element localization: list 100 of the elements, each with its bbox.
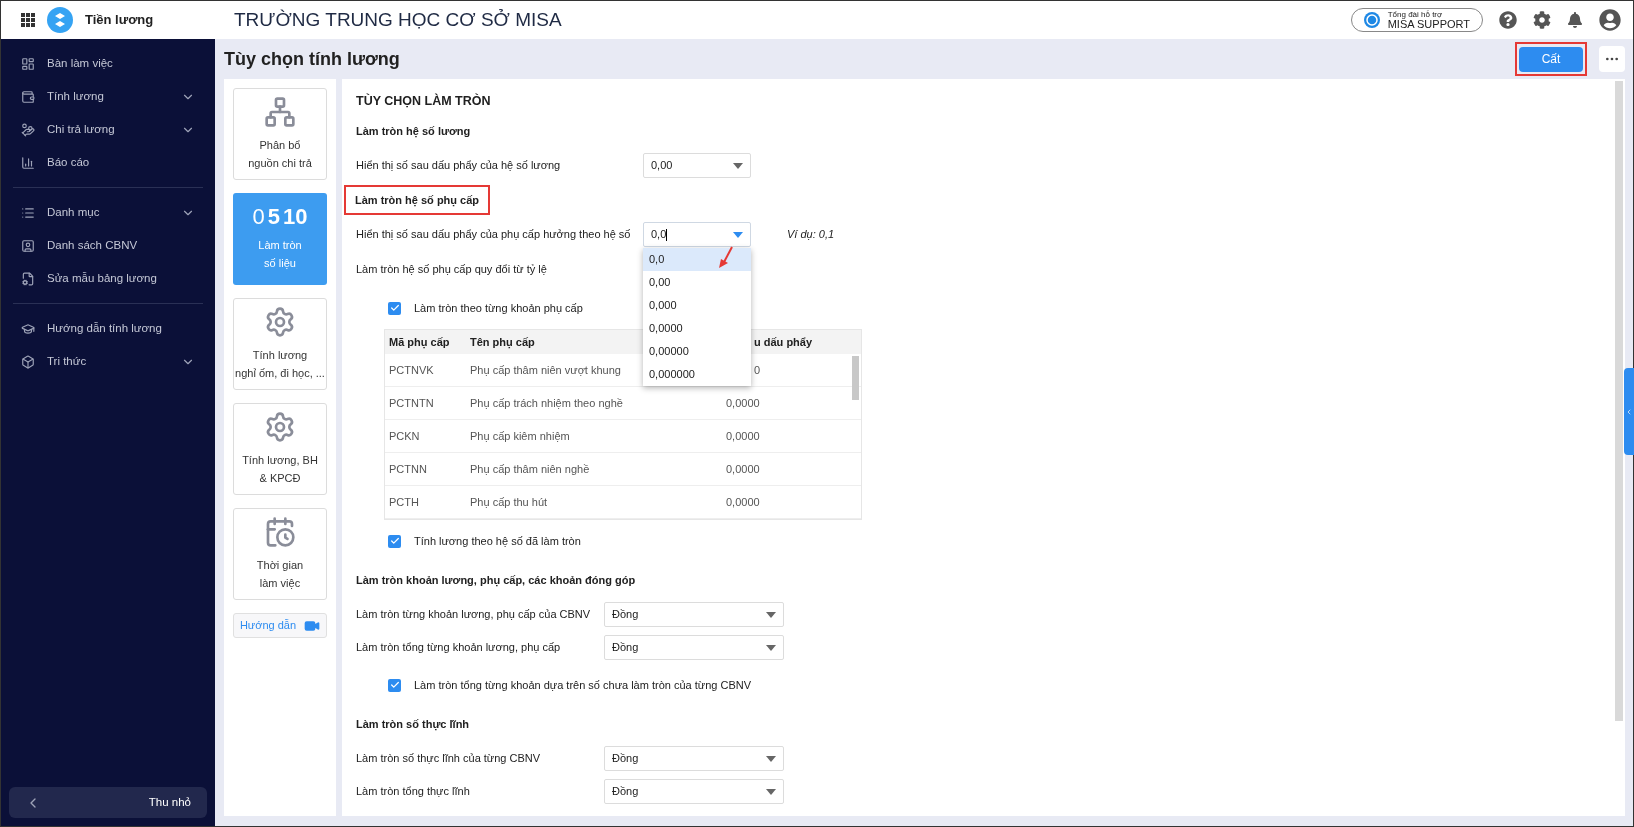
- settings-icon[interactable]: [1533, 11, 1551, 29]
- table-cell: 0,0000: [726, 429, 760, 442]
- dropdown-option[interactable]: 0,000: [643, 294, 751, 317]
- option-label: Hiển thị số sau dấu phẩy của phụ cấp hưởng theo hệ số: [356, 227, 632, 243]
- gear-icon: [264, 411, 296, 443]
- menu-icon: [21, 321, 35, 336]
- scrollbar[interactable]: [1615, 81, 1623, 721]
- sidebar-item[interactable]: Tri thức: [13, 345, 203, 378]
- app-logo-icon: [47, 7, 73, 33]
- checkbox[interactable]: [388, 301, 401, 315]
- caret-icon: [766, 644, 776, 651]
- column-header: u dấu phẩy: [754, 335, 813, 348]
- menu-icon: [21, 271, 35, 286]
- dropdown-field[interactable]: Đồng: [604, 602, 784, 627]
- notification-icon[interactable]: [1567, 12, 1583, 28]
- caret-icon: [733, 162, 743, 169]
- option-label: Làm tròn hệ số phụ cấp quy đổi từ tỷ lệ: [356, 261, 547, 277]
- menu-icon: [21, 56, 35, 71]
- table-cell: Phụ cấp thâm niên vượt khung: [470, 363, 621, 376]
- table-cell: 0,0000: [726, 462, 760, 475]
- option-label: Hiển thị số sau dấu phẩy của hệ số lương: [356, 158, 562, 174]
- table-cell: Phụ cấp thâm niên nghề: [470, 462, 590, 475]
- help-icon[interactable]: [1499, 11, 1517, 29]
- table-cell: PCKN: [389, 429, 420, 442]
- checkbox-label: Làm tròn theo từng khoản phụ cấp: [414, 300, 583, 316]
- column-header: Tên phụ cấp: [470, 335, 535, 348]
- option-label: Làm tròn số thực lĩnh của từng CBNV: [356, 751, 542, 767]
- digit-label: 10: [283, 206, 308, 228]
- page-title: Tùy chọn tính lương: [224, 47, 400, 71]
- option-label: Làm tròn từng khoản lương, phụ cấp của CBNV: [356, 607, 592, 623]
- section-title: TÙY CHỌN LÀM TRÒN: [356, 92, 492, 110]
- dropdown-field[interactable]: Đồng: [604, 779, 784, 804]
- option-label: Làm tròn tổng từng khoản lương, phụ cấp: [356, 640, 562, 656]
- option-card[interactable]: Tính lương, BH & KPCĐ: [233, 403, 327, 495]
- sidebar-item[interactable]: Tính lương: [13, 80, 203, 113]
- checkbox[interactable]: [388, 678, 401, 692]
- menu-icon: [21, 155, 35, 170]
- option-card-label: Làm tròn số liệu: [258, 238, 302, 271]
- group-heading: Làm tròn hệ số phụ cấp: [344, 184, 491, 216]
- digit-label: 0: [252, 206, 265, 228]
- option-card[interactable]: Phân bổ nguồn chi trả: [233, 88, 327, 180]
- dropdown-option[interactable]: 0,00000: [643, 340, 751, 363]
- dropdown-field[interactable]: 0,0: [643, 222, 751, 247]
- table-cell: Phụ cấp trách nhiệm theo nghề: [470, 396, 623, 409]
- sidebar-item[interactable]: Hướng dẫn tính lương: [13, 312, 203, 345]
- chevron-left-icon: [1625, 407, 1633, 416]
- menu-icon: [21, 89, 35, 104]
- checkbox-label: Tính lương theo hệ số đã làm tròn: [414, 533, 581, 549]
- option-card-label: Thời gian làm việc: [256, 558, 304, 591]
- sidebar-item[interactable]: Báo cáo: [13, 146, 203, 179]
- sidebar-item[interactable]: Sửa mẫu bảng lương: [13, 262, 203, 295]
- sidebar-item[interactable]: Danh sách CBNV: [13, 229, 203, 262]
- avatar-icon[interactable]: [1599, 9, 1621, 31]
- option-card-label: Tính lương, BH & KPCĐ: [242, 453, 318, 486]
- dropdown-field[interactable]: 0,00: [643, 153, 751, 178]
- support-caption: Tổng đài hỗ trợ: [1387, 10, 1444, 19]
- option-label: Làm tròn tổng thực lĩnh: [356, 784, 471, 800]
- option-card-label: Tính lương nghỉ ốm, đi học, ...: [235, 348, 325, 381]
- option-card[interactable]: Tính lương nghỉ ốm, đi học, ...: [233, 298, 327, 390]
- table-cell: PCTNTN: [389, 396, 434, 409]
- dropdown-field[interactable]: Đồng: [604, 746, 784, 771]
- caret-icon: [766, 788, 776, 795]
- checkbox-label: Làm tròn tổng từng khoản dựa trên số chưa làm tròn của từng CBNV: [414, 677, 752, 693]
- network-icon: [264, 96, 296, 128]
- calendar-icon: [264, 516, 296, 548]
- support-label: MISA SUPPORT: [1387, 18, 1470, 30]
- menu-icon: [21, 205, 35, 220]
- table-cell: PCTNN: [389, 462, 427, 475]
- table-cell: 0,0000: [726, 396, 760, 409]
- sidebar-item[interactable]: Bàn làm việc: [13, 47, 203, 80]
- sidebar-item[interactable]: Danh mục: [13, 196, 203, 229]
- option-card[interactable]: Thời gian làm việc: [233, 508, 327, 600]
- table-cell: Phụ cấp kiêm nhiệm: [470, 429, 570, 442]
- arrow-annotation-icon: [717, 246, 735, 270]
- caret-icon: [733, 231, 743, 238]
- group-heading: Làm tròn số thực lĩnh: [356, 716, 470, 733]
- table-cell: Phụ cấp thu hút: [470, 495, 548, 508]
- column-header: Mã phụ cấp: [389, 335, 450, 348]
- more-button[interactable]: [1599, 46, 1625, 72]
- table-cell: 0,0000: [726, 495, 760, 508]
- table-cell: 0: [754, 363, 761, 376]
- group-heading: Làm tròn hệ số lương: [356, 123, 471, 140]
- table-cell: PCTH: [389, 495, 419, 508]
- apps-grid-icon[interactable]: [21, 13, 35, 27]
- caret-icon: [766, 755, 776, 762]
- dropdown-option[interactable]: 0,00: [643, 271, 751, 294]
- collapse-button[interactable]: Thu nhỏ: [9, 787, 207, 818]
- table-scrollbar[interactable]: [852, 356, 859, 400]
- example-hint: Ví dụ: 0,1: [787, 227, 835, 243]
- sidebar-item[interactable]: Chi trả lương: [13, 113, 203, 146]
- dropdown-option[interactable]: 0,0: [643, 248, 751, 271]
- app-name: Tiền lương: [85, 11, 154, 30]
- option-card-label: Phân bổ nguồn chi trả: [248, 138, 312, 171]
- group-heading: Làm tròn khoản lương, phụ cấp, các khoản đóng góp: [356, 572, 636, 589]
- checkbox[interactable]: [388, 534, 401, 548]
- dropdown-field[interactable]: Đồng: [604, 635, 784, 660]
- dropdown-option[interactable]: 0,0000: [643, 317, 751, 340]
- menu-icon: [21, 122, 35, 137]
- dropdown-option[interactable]: 0,000000: [643, 363, 751, 386]
- menu-icon: [21, 354, 35, 369]
